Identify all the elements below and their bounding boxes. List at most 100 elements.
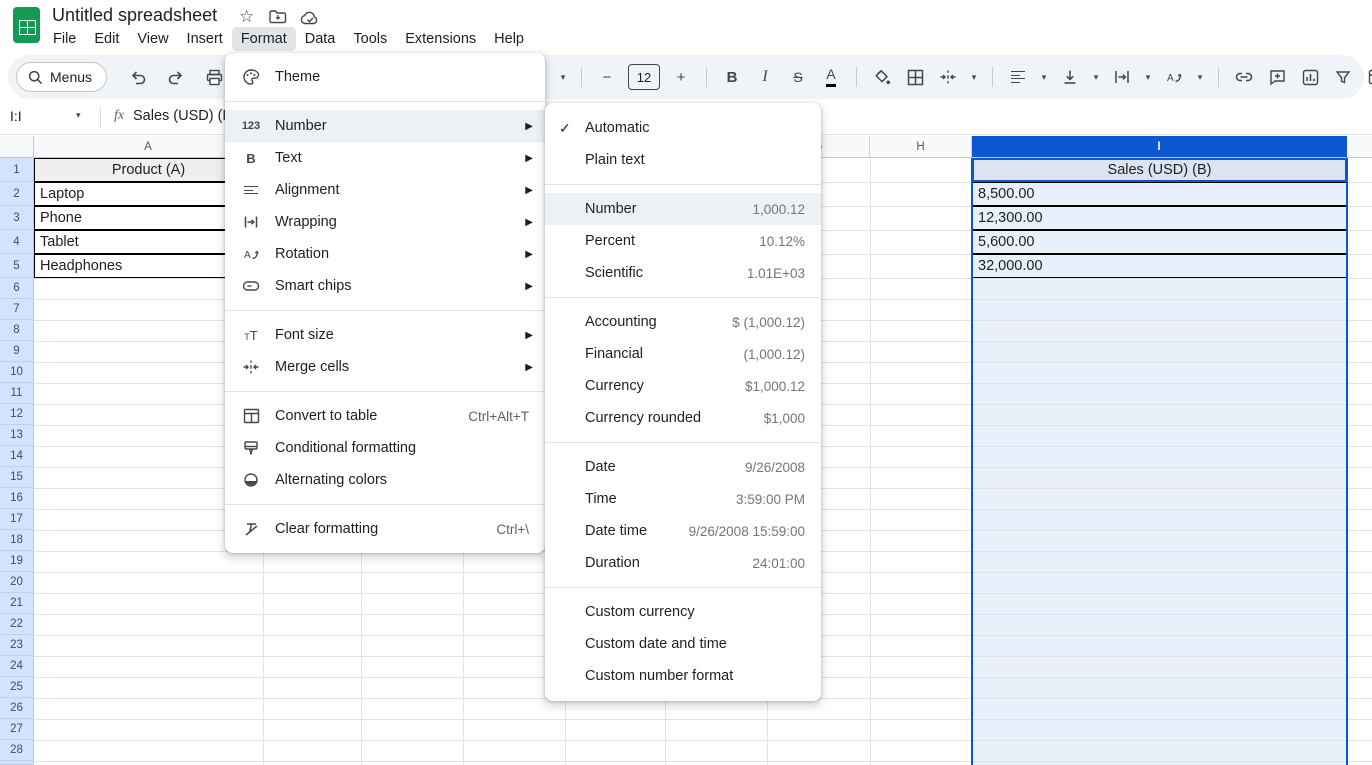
horizontal-align-icon[interactable]: [1006, 65, 1030, 89]
move-to-folder-icon[interactable]: [269, 9, 287, 29]
cell-i2[interactable]: 8,500.00: [972, 182, 1347, 206]
format-menu-item-theme[interactable]: Theme: [225, 61, 545, 93]
row-header-12[interactable]: 12: [0, 404, 34, 425]
fill-color-icon[interactable]: [870, 65, 894, 89]
format-menu-item-clear-formatting[interactable]: Clear formattingCtrl+\: [225, 513, 545, 545]
column-header-I[interactable]: I: [972, 136, 1347, 158]
row-header-22[interactable]: 22: [0, 614, 34, 635]
font-family-caret-icon[interactable]: ▾: [558, 65, 568, 89]
menu-help[interactable]: Help: [485, 27, 533, 51]
number-format-item-percent[interactable]: Percent10.12%: [545, 225, 821, 257]
borders-icon[interactable]: [903, 65, 927, 89]
menu-data[interactable]: Data: [296, 27, 345, 51]
number-format-item-date-time[interactable]: Date time9/26/2008 15:59:00: [545, 515, 821, 547]
row-header-9[interactable]: 9: [0, 341, 34, 362]
redo-icon[interactable]: [164, 65, 188, 89]
number-format-item-financial[interactable]: Financial(1,000.12): [545, 338, 821, 370]
row-header-2[interactable]: 2: [0, 182, 34, 206]
menu-insert[interactable]: Insert: [178, 27, 232, 51]
filter-icon[interactable]: [1331, 65, 1355, 89]
number-format-item-time[interactable]: Time3:59:00 PM: [545, 483, 821, 515]
row-header-4[interactable]: 4: [0, 230, 34, 254]
star-icon[interactable]: ☆: [239, 7, 254, 27]
text-wrapping-icon[interactable]: [1110, 65, 1134, 89]
row-header-17[interactable]: 17: [0, 509, 34, 530]
bold-button[interactable]: B: [720, 65, 744, 89]
document-title[interactable]: Untitled spreadsheet: [52, 5, 217, 26]
row-header-15[interactable]: 15: [0, 467, 34, 488]
number-format-item-currency-rounded[interactable]: Currency rounded$1,000: [545, 402, 821, 434]
row-header-27[interactable]: 27: [0, 719, 34, 740]
row-header-1[interactable]: 1: [0, 158, 34, 182]
increase-font-size-button[interactable]: +: [669, 65, 693, 89]
name-box-caret-icon[interactable]: ▾: [76, 110, 81, 121]
strikethrough-button[interactable]: S: [786, 65, 810, 89]
row-header-7[interactable]: 7: [0, 299, 34, 320]
number-format-item-scientific[interactable]: Scientific1.01E+03: [545, 257, 821, 289]
row-header-6[interactable]: 6: [0, 278, 34, 299]
merge-cells-caret-icon[interactable]: ▾: [969, 65, 979, 89]
format-menu-item-font-size[interactable]: TTFont size▶: [225, 319, 545, 351]
name-box[interactable]: I:I: [10, 108, 80, 124]
menu-extensions[interactable]: Extensions: [396, 27, 485, 51]
cell-i3[interactable]: 12,300.00: [972, 206, 1347, 230]
row-header-25[interactable]: 25: [0, 677, 34, 698]
row-header-29[interactable]: [0, 761, 34, 765]
italic-button[interactable]: I: [753, 65, 777, 89]
number-format-item-plain-text[interactable]: Plain text: [545, 144, 821, 176]
text-rotation-caret-icon[interactable]: ▾: [1195, 65, 1205, 89]
row-header-10[interactable]: 10: [0, 362, 34, 383]
format-menu-item-conditional-formatting[interactable]: Conditional formatting: [225, 432, 545, 464]
format-menu-item-wrapping[interactable]: Wrapping▶: [225, 206, 545, 238]
cell-i4[interactable]: 5,600.00: [972, 230, 1347, 254]
row-header-23[interactable]: 23: [0, 635, 34, 656]
menu-edit[interactable]: Edit: [85, 27, 128, 51]
row-header-5[interactable]: 5: [0, 254, 34, 278]
font-size-input[interactable]: 12: [628, 64, 660, 90]
number-format-item-number[interactable]: Number1,000.12: [545, 193, 821, 225]
format-menu-item-merge-cells[interactable]: Merge cells▶: [225, 351, 545, 383]
row-header-16[interactable]: 16: [0, 488, 34, 509]
row-header-24[interactable]: 24: [0, 656, 34, 677]
number-format-item-automatic[interactable]: ✓Automatic: [545, 112, 821, 144]
sheets-logo-icon[interactable]: [13, 7, 40, 43]
row-header-11[interactable]: 11: [0, 383, 34, 404]
row-header-19[interactable]: 19: [0, 551, 34, 572]
vertical-align-caret-icon[interactable]: ▾: [1091, 65, 1101, 89]
row-header-8[interactable]: 8: [0, 320, 34, 341]
row-header-28[interactable]: 28: [0, 740, 34, 761]
column-header-H[interactable]: H: [870, 136, 972, 158]
row-header-13[interactable]: 13: [0, 425, 34, 446]
row-header-21[interactable]: 21: [0, 593, 34, 614]
formula-input[interactable]: Sales (USD) (B): [133, 108, 237, 124]
format-menu-item-alignment[interactable]: Alignment▶: [225, 174, 545, 206]
undo-icon[interactable]: [126, 65, 150, 89]
row-header-18[interactable]: 18: [0, 530, 34, 551]
merge-cells-icon[interactable]: [936, 65, 960, 89]
row-header-20[interactable]: 20: [0, 572, 34, 593]
insert-link-icon[interactable]: [1232, 65, 1256, 89]
menu-file[interactable]: File: [44, 27, 85, 51]
table-views-icon[interactable]: [1364, 65, 1372, 89]
text-color-button[interactable]: A: [826, 67, 835, 87]
insert-chart-icon[interactable]: [1298, 65, 1322, 89]
row-header-26[interactable]: 26: [0, 698, 34, 719]
menu-tools[interactable]: Tools: [344, 27, 396, 51]
number-format-item-duration[interactable]: Duration24:01:00: [545, 547, 821, 579]
print-icon[interactable]: [202, 65, 226, 89]
text-rotation-icon[interactable]: A: [1162, 65, 1186, 89]
format-menu-item-text[interactable]: BText▶: [225, 142, 545, 174]
number-format-item-date[interactable]: Date9/26/2008: [545, 451, 821, 483]
cell-i1-sales-header[interactable]: Sales (USD) (B): [972, 158, 1347, 182]
number-format-item-currency[interactable]: Currency$1,000.12: [545, 370, 821, 402]
number-format-item-custom-number-format[interactable]: Custom number format: [545, 660, 821, 692]
horizontal-align-caret-icon[interactable]: ▾: [1039, 65, 1049, 89]
grid-corner[interactable]: [0, 136, 34, 158]
number-format-item-accounting[interactable]: Accounting$ (1,000.12): [545, 306, 821, 338]
menu-format[interactable]: Format: [232, 27, 296, 51]
format-menu-item-rotation[interactable]: ARotation▶: [225, 238, 545, 270]
insert-comment-icon[interactable]: [1265, 65, 1289, 89]
row-header-14[interactable]: 14: [0, 446, 34, 467]
number-format-item-custom-currency[interactable]: Custom currency: [545, 596, 821, 628]
cell-i5[interactable]: 32,000.00: [972, 254, 1347, 278]
